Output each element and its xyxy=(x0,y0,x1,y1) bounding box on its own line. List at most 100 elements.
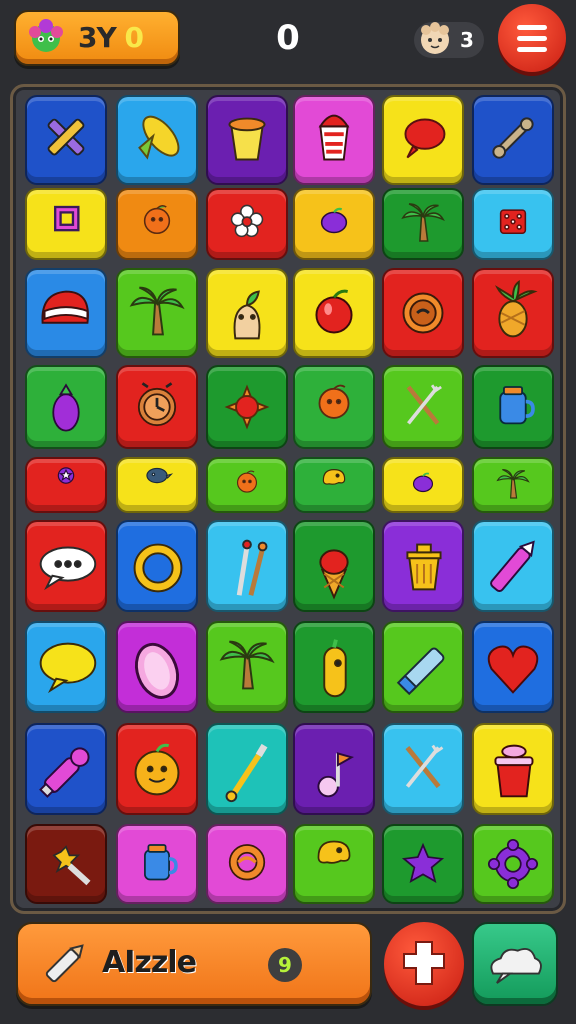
pineapple-icon xyxy=(495,279,538,338)
tile-r6-c2[interactable] xyxy=(116,520,198,612)
crossed-utensils-icon xyxy=(405,744,444,789)
orange-fruit-icon xyxy=(318,384,350,419)
tile-r9-c2[interactable] xyxy=(116,824,198,904)
lives-counter: 3 xyxy=(414,22,484,58)
bone-icon xyxy=(492,117,534,159)
tile-r9-c1[interactable] xyxy=(25,824,107,904)
tile-r5-c4[interactable] xyxy=(293,457,375,513)
tile-r9-c3[interactable] xyxy=(206,824,288,904)
tile-r7-c5[interactable] xyxy=(382,621,464,713)
score-highlight: 0 xyxy=(124,21,145,54)
tile-r1-c5[interactable] xyxy=(382,95,464,185)
tile-r3-c6[interactable] xyxy=(472,268,554,358)
tile-r1-c2[interactable] xyxy=(116,95,198,185)
yellow-creature-icon xyxy=(317,840,351,864)
menu-button[interactable] xyxy=(498,4,566,72)
tile-r8-c5[interactable] xyxy=(382,723,464,815)
tile-r7-c2[interactable] xyxy=(116,621,198,713)
tile-r8-c1[interactable] xyxy=(25,723,107,815)
tile-r9-c4[interactable] xyxy=(293,824,375,904)
tile-r7-c1[interactable] xyxy=(25,621,107,713)
tile-r4-c6[interactable] xyxy=(472,365,554,449)
tile-r3-c4[interactable] xyxy=(293,268,375,358)
tile-r4-c5[interactable] xyxy=(382,365,464,449)
tile-r7-c3[interactable] xyxy=(206,621,288,713)
smiley-fruit-icon xyxy=(134,743,180,796)
purple-star-icon xyxy=(401,842,445,884)
tile-r8-c6[interactable] xyxy=(472,723,554,815)
tile-r5-c5[interactable] xyxy=(382,457,464,513)
tile-r5-c2[interactable] xyxy=(116,457,198,513)
tile-r6-c4[interactable] xyxy=(293,520,375,612)
speech-bubble-icon xyxy=(39,546,97,591)
pencil-icon xyxy=(45,944,84,983)
top-bar: 3Y 0 0 3 xyxy=(0,0,576,78)
banana-creature-icon xyxy=(323,639,347,698)
pencil-icon xyxy=(396,647,445,696)
tile-r8-c4[interactable] xyxy=(293,723,375,815)
purple-gear-icon xyxy=(487,838,539,890)
bird-icon xyxy=(146,467,174,484)
tile-r3-c1[interactable] xyxy=(25,268,107,358)
dice-icon xyxy=(499,209,527,235)
sprout-creature-icon xyxy=(233,290,261,340)
tile-r7-c6[interactable] xyxy=(472,621,554,713)
tile-r8-c3[interactable] xyxy=(206,723,288,815)
tile-r5-c6[interactable] xyxy=(472,457,554,513)
heart-icon xyxy=(487,645,539,694)
tile-r2-c2[interactable] xyxy=(116,188,198,260)
tile-r2-c3[interactable] xyxy=(206,188,288,260)
tile-r3-c3[interactable] xyxy=(206,268,288,358)
square-action-button[interactable] xyxy=(472,922,558,1006)
white-stripe-icon xyxy=(41,290,89,324)
trash-can-icon xyxy=(406,543,442,591)
music-note-icon xyxy=(317,752,355,798)
yellow-creature-icon xyxy=(322,469,346,485)
jar-icon xyxy=(144,844,178,881)
round-action-button[interactable] xyxy=(384,922,464,1006)
tile-r6-c3[interactable] xyxy=(206,520,288,612)
ring-icon xyxy=(133,543,183,593)
tile-r6-c5[interactable] xyxy=(382,520,464,612)
tile-r3-c2[interactable] xyxy=(116,268,198,358)
tile-r2-c5[interactable] xyxy=(382,188,464,260)
jar-icon xyxy=(499,386,535,425)
orange-ring-icon xyxy=(228,844,266,881)
corn-icon xyxy=(138,115,180,160)
tile-r9-c5[interactable] xyxy=(382,824,464,904)
tile-r6-c6[interactable] xyxy=(472,520,554,612)
tile-r2-c6[interactable] xyxy=(472,188,554,260)
tile-r3-c5[interactable] xyxy=(382,268,464,358)
bottom-action-bar[interactable]: AIzzle 9 xyxy=(16,922,372,1006)
sun-icon xyxy=(224,384,270,430)
tile-r1-c3[interactable] xyxy=(206,95,288,185)
tile-r2-c4[interactable] xyxy=(293,188,375,260)
palm-tree-icon xyxy=(129,286,185,336)
tile-r5-c1[interactable] xyxy=(25,457,107,513)
bottom-badge: 9 xyxy=(268,948,302,982)
center-score: 0 xyxy=(276,18,300,58)
tile-r2-c1[interactable] xyxy=(25,188,107,260)
tile-r4-c3[interactable] xyxy=(206,365,288,449)
score-label: 3Y 0 xyxy=(78,21,145,54)
tile-r5-c3[interactable] xyxy=(206,457,288,513)
crayon-icon xyxy=(490,540,535,593)
tile-r4-c2[interactable] xyxy=(116,365,198,449)
tile-r9-c6[interactable] xyxy=(472,824,554,904)
tile-r1-c1[interactable] xyxy=(25,95,107,185)
score-pill[interactable]: 3Y 0 xyxy=(14,10,180,66)
cross-icon xyxy=(403,941,445,985)
tile-r1-c6[interactable] xyxy=(472,95,554,185)
tile-r4-c4[interactable] xyxy=(293,365,375,449)
baby-face-icon xyxy=(421,22,449,54)
drink-cup-icon xyxy=(318,114,350,161)
game-board xyxy=(10,84,566,914)
tile-r8-c2[interactable] xyxy=(116,723,198,815)
tile-r6-c1[interactable] xyxy=(25,520,107,612)
tile-r7-c4[interactable] xyxy=(293,621,375,713)
brushes-icon xyxy=(236,539,268,596)
tile-r1-c4[interactable] xyxy=(293,95,375,185)
tile-r4-c1[interactable] xyxy=(25,365,107,449)
yellow-bubble-icon xyxy=(39,642,97,694)
paintbrush-icon xyxy=(225,743,268,803)
